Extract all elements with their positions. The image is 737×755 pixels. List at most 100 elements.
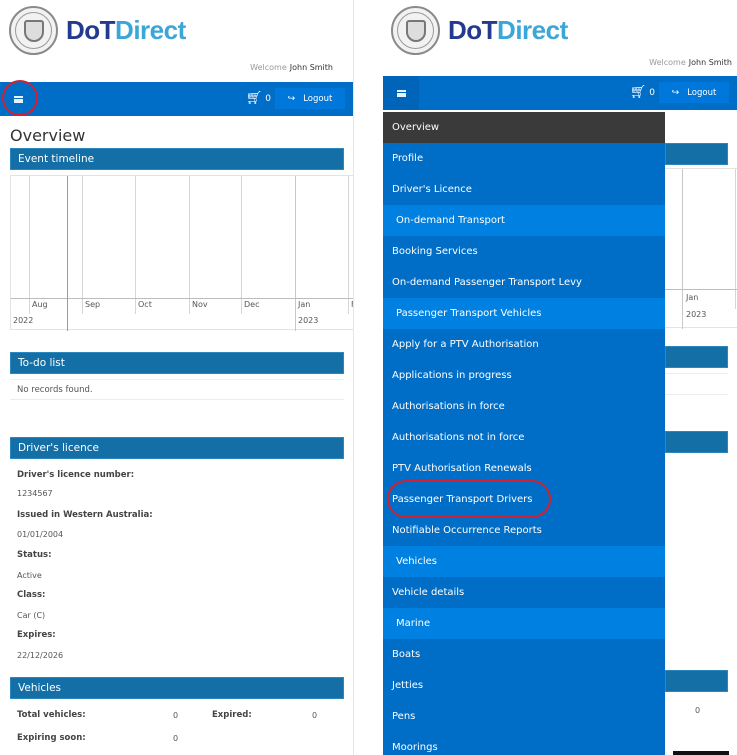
shopping-cart-icon: 🛒︎ <box>629 85 647 100</box>
menu-item-overview[interactable]: Overview <box>383 112 665 143</box>
menu-item-label: Marine <box>396 618 431 629</box>
menu-item-label: Pens <box>392 711 416 722</box>
menu-item-label: Vehicles <box>396 556 437 567</box>
menu-item-profile[interactable]: Profile <box>383 143 665 174</box>
drivers-licence-header: Driver's licence <box>10 437 344 459</box>
menu-item-label: Jetties <box>392 680 424 691</box>
menu-item-label: On-demand Passenger Transport Levy <box>392 277 582 288</box>
menu-item-label: Applications in progress <box>392 370 512 381</box>
expired-value: 0 <box>312 711 318 720</box>
licence-issued-label: Issued in Western Australia: <box>17 510 153 520</box>
cart-button[interactable]: 🛒︎ 0 <box>246 92 271 105</box>
licence-status-value: Active <box>17 571 42 580</box>
top-navbar: 🛒︎ 0 ↪ Logout <box>383 76 737 110</box>
timeline-axis <box>11 298 353 299</box>
timeline-gridline <box>241 176 242 314</box>
licence-status-label: Status: <box>17 550 52 560</box>
menu-item-on-demand-passenger-transport-levy[interactable]: On-demand Passenger Transport Levy <box>383 267 665 298</box>
logout-button[interactable]: ↪ Logout <box>275 88 345 109</box>
event-timeline[interactable]: Jan 2023 <box>665 168 737 329</box>
menu-toggle-highlight-ring <box>2 80 38 116</box>
menu-group-vehicles[interactable]: Vehicles <box>383 546 665 577</box>
expired-value: 0 <box>695 706 701 715</box>
brand-wordmark: DoTDirect <box>66 15 186 45</box>
menu-toggle-button[interactable] <box>383 76 419 110</box>
menu-item-applications-in-progress[interactable]: Applications in progress <box>383 360 665 391</box>
event-timeline[interactable]: Aug Sep Oct Nov Dec Jan F 2022 2023 <box>10 175 353 331</box>
licence-number-label: Driver's licence number: <box>17 470 135 480</box>
menu-item-label: Driver's Licence <box>392 184 472 195</box>
menu-group-marine[interactable]: Marine <box>383 608 665 639</box>
timeline-today-marker <box>67 176 68 331</box>
timeline-axis <box>665 289 737 290</box>
todo-list-header: To-do list <box>10 352 344 374</box>
logout-label: Logout <box>687 87 717 98</box>
timeline-year-gridline <box>295 176 296 331</box>
timeline-gridline <box>29 176 30 314</box>
side-navigation-menu: Overview Profile Driver's Licence On-demand… <box>383 112 665 755</box>
todo-empty-message: No records found. <box>10 379 344 400</box>
timeline-year-label: 2023 <box>686 310 707 319</box>
divider <box>665 394 728 395</box>
hamburger-icon <box>396 89 406 97</box>
timeline-year-label: 2022 <box>13 316 34 325</box>
menu-item-label: Booking Services <box>392 246 478 257</box>
menu-item-apply-for-a-ptv-authorisation[interactable]: Apply for a PTV Authorisation <box>383 329 665 360</box>
event-timeline-header <box>665 143 728 165</box>
menu-item-moorings[interactable]: Moorings <box>383 732 665 755</box>
licence-issued-value: 01/01/2004 <box>17 530 64 539</box>
menu-item-authorisations-in-force[interactable]: Authorisations in force <box>383 391 665 422</box>
menu-item-passenger-transport-drivers[interactable]: Passenger Transport Drivers <box>383 480 665 518</box>
licence-class-value: Car (C) <box>17 611 46 620</box>
dotdirect-logo[interactable]: DoTDirect <box>9 6 186 55</box>
menu-item-authorisations-not-in-force[interactable]: Authorisations not in force <box>383 422 665 453</box>
dotdirect-logo[interactable]: DoTDirect <box>391 6 568 55</box>
timeline-year-label: 2023 <box>298 316 319 325</box>
cart-count: 0 <box>649 87 655 98</box>
licence-class-label: Class: <box>17 590 46 600</box>
menu-item-notifiable-occurrence-reports[interactable]: Notifiable Occurrence Reports <box>383 515 665 546</box>
cart-button[interactable]: 🛒︎ 0 <box>630 86 655 99</box>
event-timeline-header: Event timeline <box>10 148 344 170</box>
wa-government-crest-icon <box>9 6 58 55</box>
menu-group-on-demand-transport[interactable]: On-demand Transport <box>383 205 665 236</box>
user-name: John Smith <box>688 58 732 67</box>
menu-item-label: On-demand Transport <box>396 215 505 226</box>
todo-list-header <box>665 346 728 368</box>
licence-number-value: 1234567 <box>17 489 53 498</box>
menu-item-label: Apply for a PTV Authorisation <box>392 339 539 350</box>
welcome-message: Welcome John Smith <box>649 58 732 67</box>
menu-group-passenger-transport-vehicles[interactable]: Passenger Transport Vehicles <box>383 298 665 329</box>
logout-label: Logout <box>303 93 333 104</box>
menu-item-pens[interactable]: Pens <box>383 701 665 732</box>
menu-item-label: Notifiable Occurrence Reports <box>392 525 542 536</box>
menu-item-driver-s-licence[interactable]: Driver's Licence <box>383 174 665 205</box>
menu-item-boats[interactable]: Boats <box>383 639 665 670</box>
vehicles-header: Vehicles <box>10 677 344 699</box>
welcome-label: Welcome <box>649 58 686 67</box>
menu-item-label: PTV Authorisation Renewals <box>392 463 532 474</box>
timeline-month-label: Jan <box>686 293 699 302</box>
timeline-month-label: Oct <box>138 300 152 309</box>
timeline-month-label: F <box>351 300 353 309</box>
timeline-month-label: Aug <box>32 300 48 309</box>
timeline-month-label: Sep <box>85 300 101 309</box>
page-title: Overview <box>10 126 86 145</box>
menu-item-label: Overview <box>392 122 440 133</box>
left-screenshot-panel: DoTDirect Welcome John Smith 🛒︎ 0 ↪ Logou… <box>0 0 354 755</box>
licence-expires-value: 22/12/2026 <box>17 651 64 660</box>
total-vehicles-value: 0 <box>173 711 179 720</box>
timeline-month-label: Jan <box>298 300 311 309</box>
top-navbar: 🛒︎ 0 ↪ Logout <box>0 80 353 116</box>
timeline-year-gridline <box>682 169 683 329</box>
menu-item-jetties[interactable]: Jetties <box>383 670 665 701</box>
welcome-label: Welcome <box>250 63 287 72</box>
menu-item-vehicle-details[interactable]: Vehicle details <box>383 577 665 608</box>
wa-government-crest-icon <box>391 6 440 55</box>
menu-item-label: Moorings <box>392 742 438 753</box>
logout-button[interactable]: ↪ Logout <box>659 82 729 103</box>
timeline-month-label: Nov <box>192 300 208 309</box>
menu-item-booking-services[interactable]: Booking Services <box>383 236 665 267</box>
licence-expires-label: Expires: <box>17 630 56 640</box>
expired-label: Expired: <box>212 710 252 720</box>
